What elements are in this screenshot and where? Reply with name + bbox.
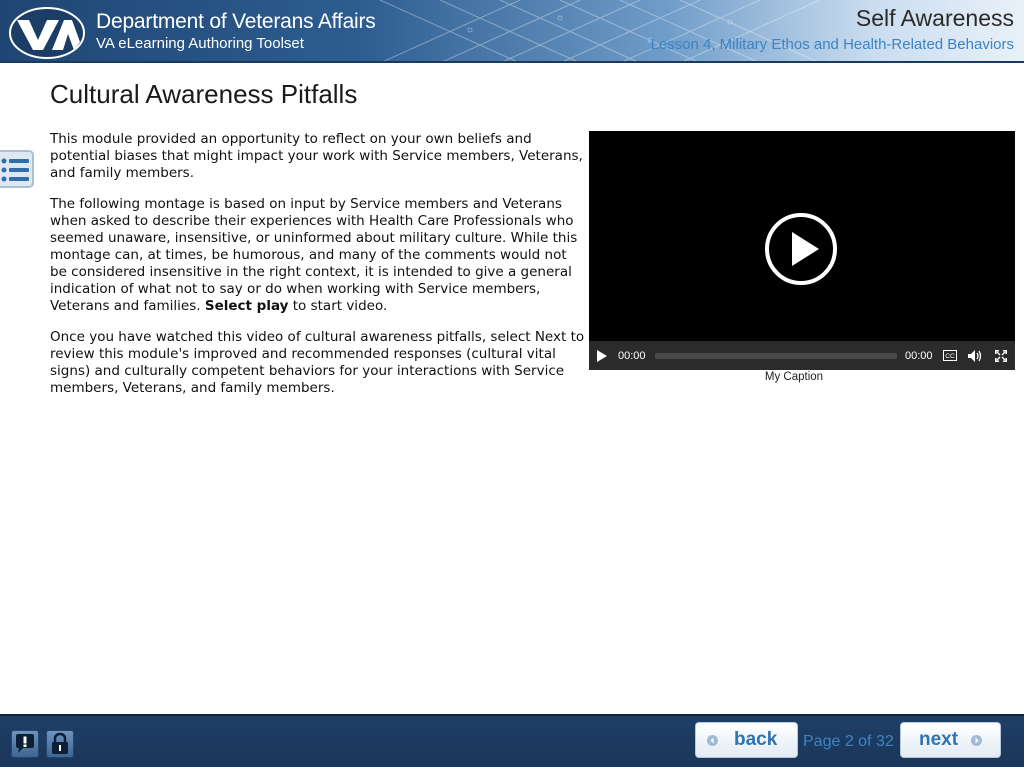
page-indicator: Page 2 of 32 [803,733,894,750]
paragraph-montage: The following montage is based on input … [50,196,586,315]
video-caption: My Caption [764,371,824,383]
next-label: next [919,729,959,750]
select-play-emphasis: Select play [204,298,289,314]
video-controls: 00:00 00:00 CC [589,341,1015,370]
course-title: Self Awareness [855,5,1014,31]
lock-button[interactable] [46,730,74,758]
table-of-contents-button[interactable] [0,150,34,188]
next-arrow-icon [971,734,983,746]
toolset-name: VA eLearning Authoring Toolset [96,35,304,52]
volume-button[interactable] [968,341,983,370]
header-banner: Department of Veterans Affairs VA eLearn… [0,0,1024,63]
lock-icon [52,732,68,754]
volume-icon [968,349,982,362]
va-seal-logo [9,7,85,59]
video-player[interactable]: 00:00 00:00 CC [589,131,1015,370]
footer-bar: back Page 2 of 32 next [0,714,1024,767]
duration-time: 00:00 [905,349,933,362]
help-button[interactable] [11,730,39,758]
paragraph-montage-text: The following montage is based on input … [50,196,578,314]
lesson-title: Lesson 4, Military Ethos and Health-Rela… [650,36,1014,53]
fullscreen-button[interactable] [995,341,1007,370]
fullscreen-icon [995,349,1007,362]
video-progress-bar[interactable] [655,353,897,359]
help-icon [16,734,34,753]
back-arrow-icon [707,734,718,746]
play-icon [597,349,607,362]
paragraph-montage-end: to start video. [288,298,388,314]
list-menu-icon [1,158,29,182]
play-overlay-icon[interactable] [764,212,838,286]
back-label: back [734,729,778,750]
back-button[interactable]: back [695,722,798,758]
next-button[interactable]: next [900,722,1001,758]
paragraph-next-steps: Once you have watched this video of cult… [50,329,585,396]
header-divider [0,61,1024,63]
svg-text:CC: CC [945,353,955,360]
current-time: 00:00 [618,349,646,362]
play-button[interactable] [596,341,608,370]
module-text: This module provided an opportunity to r… [50,131,586,411]
closed-captions-icon: CC [943,350,957,361]
paragraph-intro: This module provided an opportunity to r… [50,131,583,181]
page-title: Cultural Awareness Pitfalls [50,79,358,109]
organization-name: Department of Veterans Affairs [96,10,376,33]
captions-button[interactable]: CC [943,341,957,370]
